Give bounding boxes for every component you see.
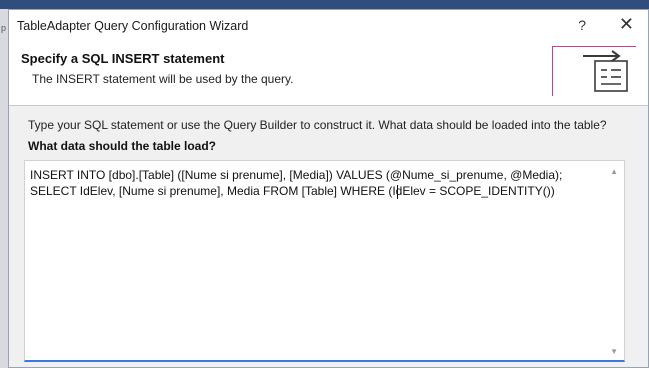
question-label: What data should the table load? [28,139,217,153]
table-arrow-icon [583,50,628,92]
background-window-edge: p [0,9,8,368]
sql-statement-textbox[interactable]: INSERT INTO [dbo].[Table] ([Nume si pren… [24,160,625,362]
background-glyph: p [1,23,7,33]
wizard-header: Specify a SQL INSERT statement The INSER… [9,43,648,105]
scroll-up-arrow-icon[interactable]: ▲ [610,167,618,176]
page-subtitle: The INSERT statement will be used by the… [32,72,294,86]
instruction-text: Type your SQL statement or use the Query… [28,118,607,132]
sql-line-insert: INSERT INTO [dbo].[Table] ([Nume si pren… [30,168,563,182]
sql-line-select: SELECT IdElev, [Nume si prenume], Media … [30,184,555,198]
text-caret [397,185,398,199]
help-button[interactable]: ? [578,17,586,33]
close-button[interactable]: ✕ [619,14,634,35]
scroll-down-arrow-icon[interactable]: ▼ [610,347,618,356]
background-window-strip [0,0,649,9]
wizard-sql-icon [552,46,636,96]
page-title: Specify a SQL INSERT statement [21,51,225,66]
title-bar: TableAdapter Query Configuration Wizard … [9,10,648,43]
wizard-dialog: TableAdapter Query Configuration Wizard … [8,9,649,368]
header-divider [9,105,648,106]
window-title: TableAdapter Query Configuration Wizard [17,19,249,33]
